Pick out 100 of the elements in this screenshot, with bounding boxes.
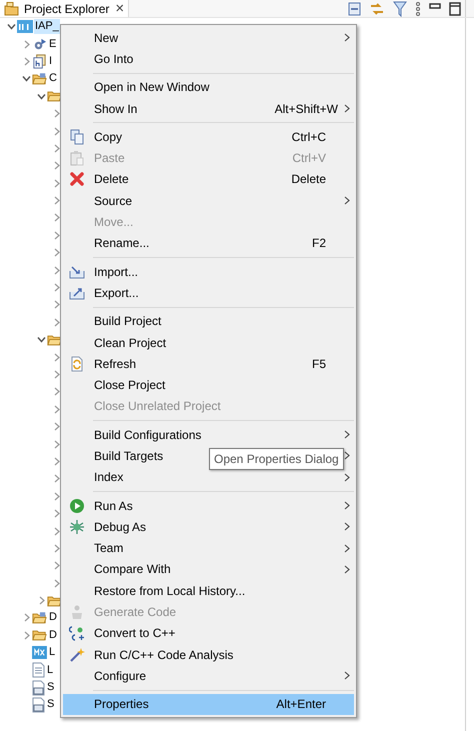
chevron-right-icon[interactable] [52, 283, 61, 292]
menu-item[interactable]: Run As [63, 494, 354, 516]
source-folder-icon [32, 72, 47, 86]
chevron-right-icon[interactable] [52, 178, 61, 188]
chevron-right-icon[interactable] [52, 318, 61, 327]
menu-item[interactable]: Run C/C++ Code Analysis [63, 644, 354, 666]
folder-icon [47, 594, 62, 608]
chevron-right-icon[interactable] [52, 404, 61, 414]
chevron-right-icon[interactable] [52, 266, 61, 275]
folder-icon [32, 628, 47, 642]
chevron-down-icon[interactable] [37, 92, 46, 101]
chevron-down-icon[interactable] [37, 335, 46, 344]
menu-item[interactable]: Refresh F5 [63, 353, 354, 374]
chevron-right-icon[interactable] [52, 196, 61, 206]
folder-icon [47, 89, 62, 104]
menu-item[interactable]: Close Project [63, 374, 354, 396]
clipboard-icon [69, 150, 85, 166]
menu-item[interactable]: Convert to C++ [63, 622, 354, 644]
chevron-right-icon[interactable] [52, 161, 61, 170]
chevron-right-icon[interactable] [52, 474, 61, 484]
copy-icon [69, 128, 85, 145]
menu-item[interactable]: Export... [63, 282, 354, 304]
chevron-right-icon[interactable] [52, 440, 61, 449]
link-editor-icon[interactable] [369, 2, 385, 16]
menu-item[interactable]: Build Configurations [63, 424, 354, 446]
menu-item[interactable]: Team [63, 538, 354, 559]
chevron-right-icon[interactable] [52, 352, 61, 362]
source-folder-icon [32, 610, 47, 625]
chevron-right-icon[interactable] [37, 596, 46, 606]
menu-item[interactable]: Delete Delete [63, 168, 354, 190]
chevron-right-icon[interactable] [52, 422, 61, 432]
menu-item[interactable]: Rename... F2 [63, 232, 354, 254]
chevron-right-icon[interactable] [22, 630, 31, 640]
chevron-right-icon[interactable] [52, 370, 61, 379]
menu-item[interactable]: Go Into [63, 48, 354, 70]
menu-item[interactable]: Copy Ctrl+C [63, 126, 354, 148]
folder-icon [47, 332, 62, 347]
menu-item[interactable]: Show In Alt+Shift+W [63, 98, 354, 120]
filter-icon[interactable] [393, 0, 407, 16]
header-files-icon [32, 54, 47, 69]
menu-item[interactable]: New [63, 27, 354, 48]
chevron-right-icon[interactable] [22, 613, 31, 622]
menu-item[interactable]: Source [63, 190, 354, 212]
tree-item-label[interactable]: L [48, 645, 56, 660]
menu-item[interactable]: Compare With [63, 558, 354, 580]
chevron-right-icon[interactable] [52, 144, 61, 153]
tree-item-label[interactable]: C [48, 71, 58, 86]
linker-file-icon [32, 680, 45, 696]
delete-icon [69, 171, 85, 188]
tree-item-label[interactable]: IAP_ [34, 19, 60, 34]
tree-item-label[interactable]: E [48, 36, 58, 52]
menu-item[interactable]: Restore from Local History... [63, 580, 354, 602]
chevron-down-icon[interactable] [7, 22, 16, 32]
chevron-right-icon[interactable] [52, 126, 61, 136]
chevron-right-icon[interactable] [52, 300, 61, 310]
tab-title: Project Explorer [24, 0, 110, 18]
menu-item[interactable]: Debug As [63, 516, 354, 538]
menu-item[interactable]: Properties Alt+Enter [63, 694, 354, 715]
tree-item-label[interactable]: I [48, 54, 54, 69]
tree-item-label[interactable]: D [48, 628, 58, 643]
chevron-right-icon[interactable] [52, 248, 61, 258]
chevron-right-icon[interactable] [52, 456, 61, 466]
chevron-down-icon[interactable] [22, 74, 31, 84]
chevron-right-icon[interactable] [52, 387, 61, 396]
chevron-right-icon[interactable] [52, 213, 61, 222]
convert-icon [69, 625, 85, 642]
tree-item-label[interactable]: L [46, 662, 54, 678]
magic-wand-icon [69, 646, 85, 663]
chevron-right-icon[interactable] [22, 40, 31, 49]
tree-item-label[interactable]: S [46, 697, 56, 712]
chevron-right-icon[interactable] [22, 56, 31, 66]
chevron-right-icon[interactable] [52, 561, 61, 570]
maximize-icon[interactable] [449, 2, 461, 16]
collapse-all-icon[interactable] [348, 2, 361, 16]
chevron-right-icon[interactable] [52, 492, 61, 501]
tree-item-label[interactable]: D [48, 610, 58, 626]
close-button[interactable]: × [115, 1, 124, 16]
tree-item-label[interactable]: S [46, 680, 56, 696]
tooltip: Open Properties Dialog [209, 448, 344, 470]
chevron-right-icon[interactable] [52, 509, 61, 518]
view-tab[interactable]: Project Explorer × [0, 0, 130, 17]
chevron-right-icon[interactable] [52, 544, 61, 553]
chevron-right-icon[interactable] [52, 526, 61, 536]
chevron-right-icon[interactable] [52, 578, 61, 588]
run-icon [69, 498, 85, 514]
refresh-icon [69, 356, 85, 372]
menu-item[interactable]: Import... [63, 260, 354, 282]
more-options-icon[interactable] [415, 2, 421, 16]
mx-file-icon [32, 646, 47, 660]
export-icon [69, 286, 85, 300]
import-icon [69, 264, 85, 279]
menu-item[interactable]: Configure [63, 665, 354, 687]
menu-item[interactable]: Clean Project [63, 332, 354, 354]
folders-icon [4, 2, 20, 16]
menu-item[interactable]: Build Project [63, 310, 354, 332]
bug-icon [69, 518, 85, 535]
chevron-right-icon[interactable] [52, 230, 61, 240]
chevron-right-icon[interactable] [52, 109, 61, 118]
menu-item[interactable]: Open in New Window [63, 76, 354, 98]
project-icon [17, 20, 33, 34]
